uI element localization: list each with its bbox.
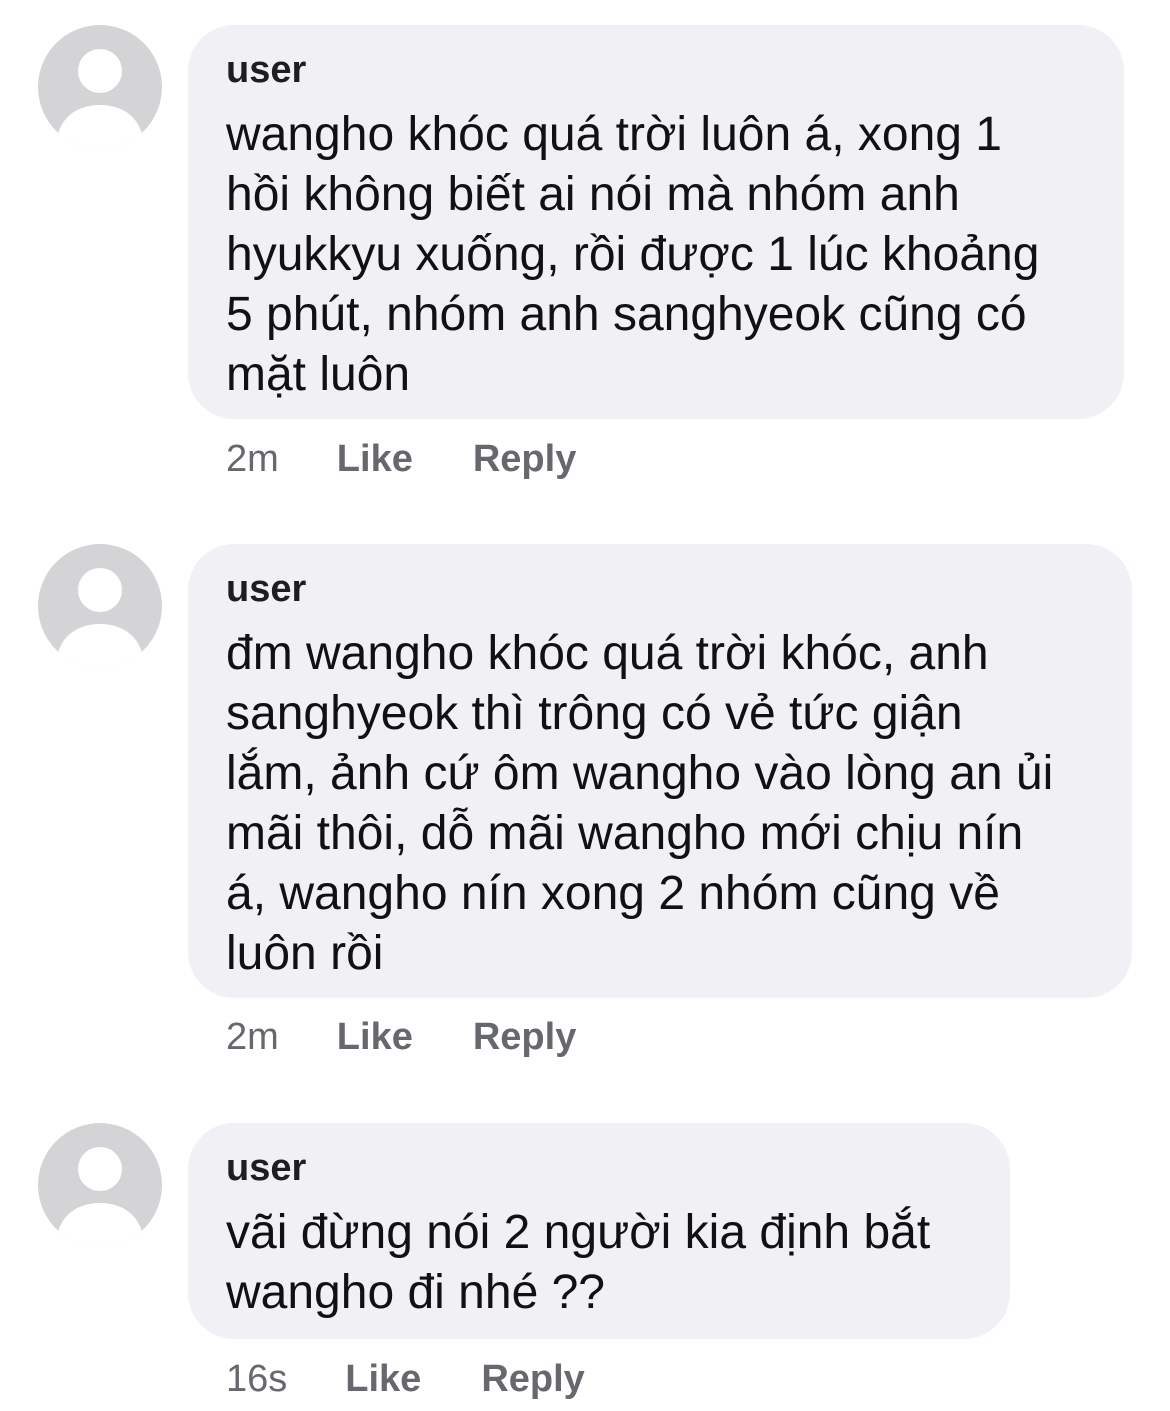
comment-bubble: user vãi đừng nói 2 người kia định bắt w… [188,1123,1010,1339]
comment-timestamp: 2m [226,438,279,480]
comment-text: đm wangho khóc quá trời khóc, anh sanghy… [226,627,1054,980]
comment-author[interactable]: user [226,47,1086,93]
comment-bubble: user wangho khóc quá trời luôn á, xong 1… [188,25,1124,419]
like-button[interactable]: Like [345,1356,421,1402]
comment-author[interactable]: user [226,1145,972,1191]
comment-text: vãi đừng nói 2 người kia định bắt wangho… [226,1206,931,1319]
comment-text: wangho khóc quá trời luôn á, xong 1 hồi … [226,108,1040,401]
reply-button[interactable]: Reply [473,436,576,482]
comment-actions: 16s Like Reply [226,1356,585,1402]
reply-button[interactable]: Reply [481,1356,584,1402]
avatar-icon[interactable] [38,544,162,668]
like-button[interactable]: Like [337,1014,413,1060]
like-button[interactable]: Like [337,436,413,482]
comment-timestamp: 2m [226,1016,279,1058]
comment-bubble: user đm wangho khóc quá trời khóc, anh s… [188,544,1132,998]
reply-button[interactable]: Reply [473,1014,576,1060]
comment-author[interactable]: user [226,566,1094,612]
comment-actions: 2m Like Reply [226,1014,576,1060]
comment-actions: 2m Like Reply [226,436,576,482]
comment-timestamp: 16s [226,1358,288,1400]
avatar-icon[interactable] [38,25,162,149]
avatar-icon[interactable] [38,1123,162,1247]
